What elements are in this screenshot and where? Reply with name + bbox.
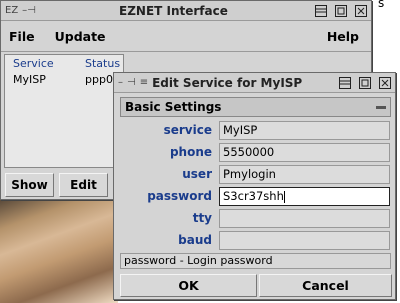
menu-update[interactable]: Update xyxy=(55,29,106,44)
service-list[interactable]: Service Status MyISP ppp0 xyxy=(4,54,124,168)
field-row-tty: tty xyxy=(122,209,397,229)
tty-field[interactable] xyxy=(219,209,390,228)
field-help-status: password - Login password xyxy=(120,253,391,269)
password-value: S3cr37shh xyxy=(223,189,284,203)
service-field[interactable]: MyISP xyxy=(219,121,390,140)
phone-label: phone xyxy=(169,145,212,159)
menu-file[interactable]: File xyxy=(9,29,35,44)
text-cursor xyxy=(283,190,285,203)
field-row-user: user Pmylogin xyxy=(122,165,397,185)
main-menubar: File Update Help xyxy=(1,22,371,52)
collapse-icon[interactable] xyxy=(376,105,386,109)
main-titlebar[interactable]: EZ –⊣ EZNET Interface xyxy=(1,1,371,21)
field-row-service: service MyISP xyxy=(122,121,397,141)
edit-titlebar[interactable]: – ⊣ ≡ Edit Service for MyISP xyxy=(114,73,395,93)
baud-label: baud xyxy=(178,233,212,247)
menu-help[interactable]: Help xyxy=(327,29,359,44)
ok-button[interactable]: OK xyxy=(120,274,257,297)
menu-lines-icon[interactable]: ≡ xyxy=(140,77,148,88)
maximize-icon[interactable] xyxy=(333,4,349,18)
section-title: Basic Settings xyxy=(125,100,222,114)
password-label: password xyxy=(147,189,212,203)
pin-icon[interactable]: –⊣ xyxy=(22,5,36,16)
maximize-icon[interactable] xyxy=(357,76,373,90)
baud-field[interactable] xyxy=(219,231,390,250)
edit-button[interactable]: Edit xyxy=(59,173,108,197)
field-row-password: password S3cr37shh xyxy=(122,187,397,207)
minimize-icon[interactable]: – xyxy=(118,77,123,88)
service-label: service xyxy=(163,123,212,137)
shade-icon[interactable] xyxy=(337,76,353,90)
password-field[interactable]: S3cr37shh xyxy=(219,187,390,206)
window-title-prefix: EZ xyxy=(5,5,19,16)
column-header-status[interactable]: Status xyxy=(85,57,120,70)
user-label: user xyxy=(182,167,212,181)
phone-field[interactable]: 5550000 xyxy=(219,143,390,162)
desktop-text: s xyxy=(378,0,385,10)
field-row-phone: phone 5550000 xyxy=(122,143,397,163)
desktop-background-photo xyxy=(0,200,118,303)
tty-label: tty xyxy=(192,211,212,225)
pin-icon[interactable]: ⊣ xyxy=(127,77,136,88)
service-name: MyISP xyxy=(13,73,46,86)
cancel-button[interactable]: Cancel xyxy=(259,274,392,297)
show-button[interactable]: Show xyxy=(5,173,54,197)
service-status: ppp0 xyxy=(85,73,113,86)
field-row-baud: baud xyxy=(122,231,397,251)
edit-window-title: Edit Service for MyISP xyxy=(152,75,303,90)
close-icon[interactable] xyxy=(377,76,393,90)
main-window-title: EZNET Interface xyxy=(119,3,228,18)
close-icon[interactable] xyxy=(353,4,369,18)
basic-settings-section[interactable]: Basic Settings xyxy=(120,97,391,117)
edit-service-window: – ⊣ ≡ Edit Service for MyISP Basic Setti… xyxy=(113,72,396,300)
user-field[interactable]: Pmylogin xyxy=(219,165,390,184)
shade-icon[interactable] xyxy=(313,4,329,18)
column-header-service[interactable]: Service xyxy=(13,57,54,70)
